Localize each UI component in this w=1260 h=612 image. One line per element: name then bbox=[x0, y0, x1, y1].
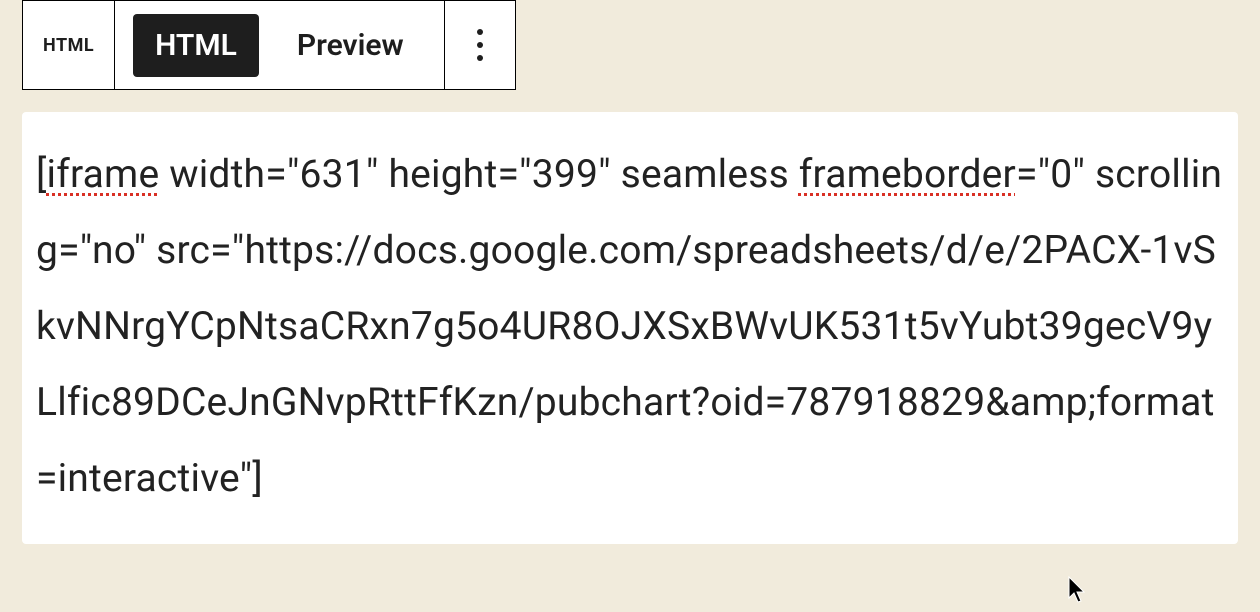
code-text-seg2: ="0" scrolling="no" src="https://docs.go… bbox=[36, 151, 1222, 501]
code-text-seg1: width="631" height="399" seamless bbox=[159, 151, 798, 197]
view-tabs: HTML Preview bbox=[115, 1, 445, 89]
tab-html[interactable]: HTML bbox=[133, 14, 259, 77]
spellcheck-word-frameborder: frameborder bbox=[799, 151, 1016, 197]
block-type-section[interactable]: HTML bbox=[23, 1, 115, 89]
mouse-cursor-icon bbox=[1068, 576, 1088, 604]
more-vertical-icon bbox=[477, 29, 483, 61]
block-toolbar: HTML HTML Preview bbox=[22, 0, 516, 90]
tab-preview[interactable]: Preview bbox=[275, 14, 426, 77]
html-code-textarea[interactable]: [iframe width="631" height="399" seamles… bbox=[22, 112, 1238, 544]
code-text-prefix: [ bbox=[36, 151, 47, 197]
spellcheck-word-iframe: iframe bbox=[47, 151, 160, 197]
more-options-button[interactable] bbox=[445, 1, 515, 89]
block-type-label: HTML bbox=[43, 35, 94, 56]
